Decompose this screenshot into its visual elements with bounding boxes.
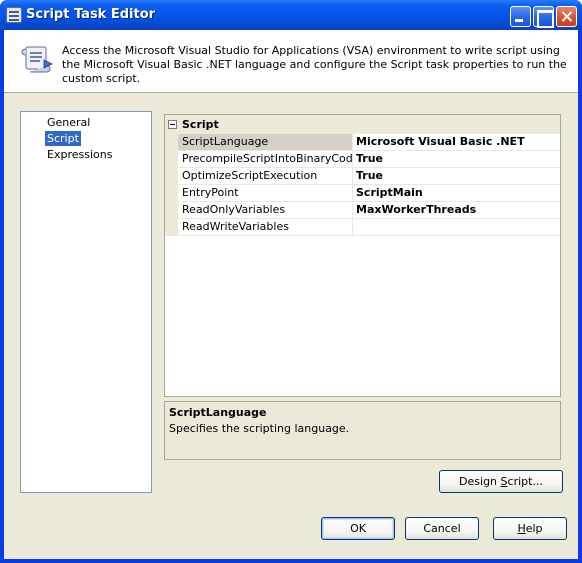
property-row[interactable]: EntryPoint ScriptMain — [165, 185, 560, 202]
property-name[interactable]: ReadOnlyVariables — [178, 202, 353, 219]
row-gutter — [165, 151, 178, 168]
header-description: Access the Microsoft Visual Studio for A… — [62, 44, 567, 85]
row-gutter — [165, 185, 178, 202]
ok-button[interactable]: OK — [321, 517, 395, 540]
property-name[interactable]: PrecompileScriptIntoBinaryCode — [178, 151, 353, 168]
row-gutter — [165, 134, 178, 151]
nav-item-script[interactable]: Script — [45, 131, 81, 146]
description-text: Specifies the scripting language. — [169, 422, 350, 435]
property-row[interactable]: ScriptLanguage Microsoft Visual Basic .N… — [165, 134, 560, 151]
script-scroll-icon — [21, 46, 53, 73]
cancel-button[interactable]: Cancel — [405, 517, 479, 540]
collapse-icon[interactable] — [168, 120, 177, 129]
category-label: Script — [182, 118, 219, 131]
design-script-access-key: S — [500, 475, 508, 488]
page-navigation-list[interactable]: General Script Expressions — [20, 111, 152, 493]
design-script-label-post: cript... — [507, 475, 543, 488]
app-icon[interactable] — [6, 7, 22, 23]
property-value[interactable] — [353, 219, 560, 236]
window-title: Script Task Editor — [26, 7, 156, 22]
property-row[interactable]: ReadWriteVariables — [165, 219, 560, 236]
property-value[interactable]: ScriptMain — [353, 185, 560, 202]
help-label-post: elp — [525, 522, 543, 535]
category-row-script[interactable]: Script — [165, 115, 560, 134]
property-row[interactable]: PrecompileScriptIntoBinaryCode True — [165, 151, 560, 168]
help-button[interactable]: Help — [493, 517, 567, 540]
maximize-button[interactable] — [533, 6, 554, 28]
property-row[interactable]: ReadOnlyVariables MaxWorkerThreads — [165, 202, 560, 219]
title-bar[interactable]: Script Task Editor — [0, 0, 582, 30]
row-gutter — [165, 202, 178, 219]
description-title: ScriptLanguage — [169, 406, 267, 419]
property-description-panel: ScriptLanguage Specifies the scripting l… — [164, 401, 561, 460]
row-gutter — [165, 168, 178, 185]
help-access-key: H — [517, 522, 526, 535]
script-task-editor-window: Script Task Editor Access the Microsoft … — [0, 0, 582, 563]
design-script-button[interactable]: Design Script... — [439, 470, 563, 493]
property-value[interactable]: True — [353, 151, 560, 168]
dialog-header: Access the Microsoft Visual Studio for A… — [4, 30, 578, 93]
property-value[interactable]: Microsoft Visual Basic .NET — [353, 134, 560, 151]
nav-item-expressions[interactable]: Expressions — [45, 147, 114, 162]
nav-item-general[interactable]: General — [45, 115, 92, 130]
close-button[interactable] — [556, 6, 577, 27]
property-value[interactable]: True — [353, 168, 560, 185]
property-name[interactable]: EntryPoint — [178, 185, 353, 202]
property-name[interactable]: ScriptLanguage — [178, 134, 353, 151]
property-row[interactable]: OptimizeScriptExecution True — [165, 168, 560, 185]
property-value[interactable]: MaxWorkerThreads — [353, 202, 560, 219]
property-name[interactable]: ReadWriteVariables — [178, 219, 353, 236]
property-name[interactable]: OptimizeScriptExecution — [178, 168, 353, 185]
dialog-client-area: Access the Microsoft Visual Studio for A… — [4, 30, 578, 559]
row-gutter — [165, 219, 178, 236]
minimize-button[interactable] — [510, 6, 531, 27]
property-grid[interactable]: Script ScriptLanguage Microsoft Visual B… — [164, 114, 561, 397]
design-script-label-pre: Design — [459, 475, 501, 488]
